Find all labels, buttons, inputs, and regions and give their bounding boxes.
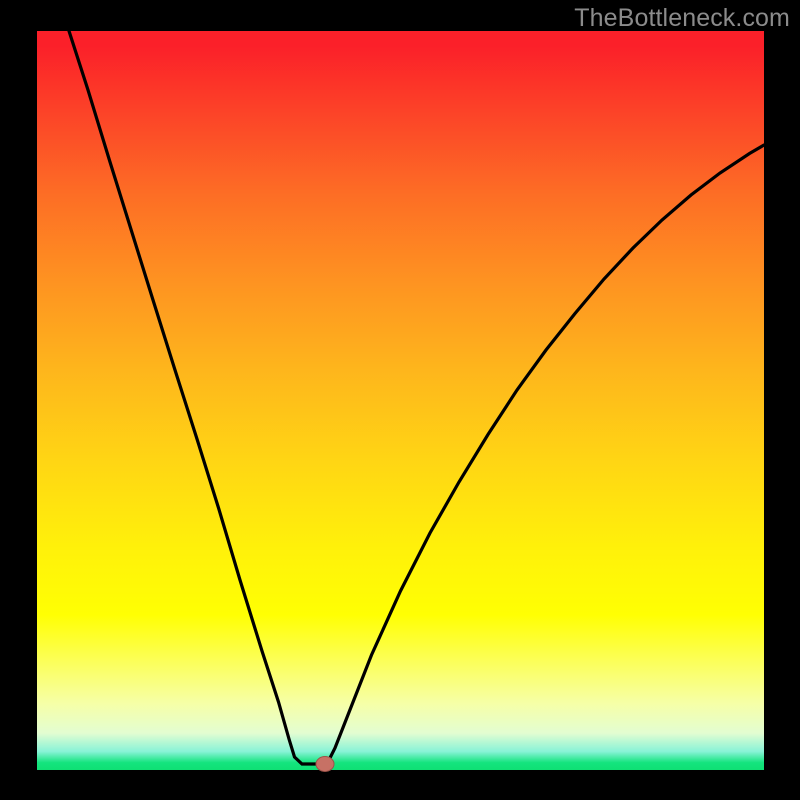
curve-layer	[0, 0, 800, 800]
optimum-marker	[316, 757, 334, 772]
chart-frame: TheBottleneck.com	[0, 0, 800, 800]
bottleneck-curve	[69, 31, 764, 764]
